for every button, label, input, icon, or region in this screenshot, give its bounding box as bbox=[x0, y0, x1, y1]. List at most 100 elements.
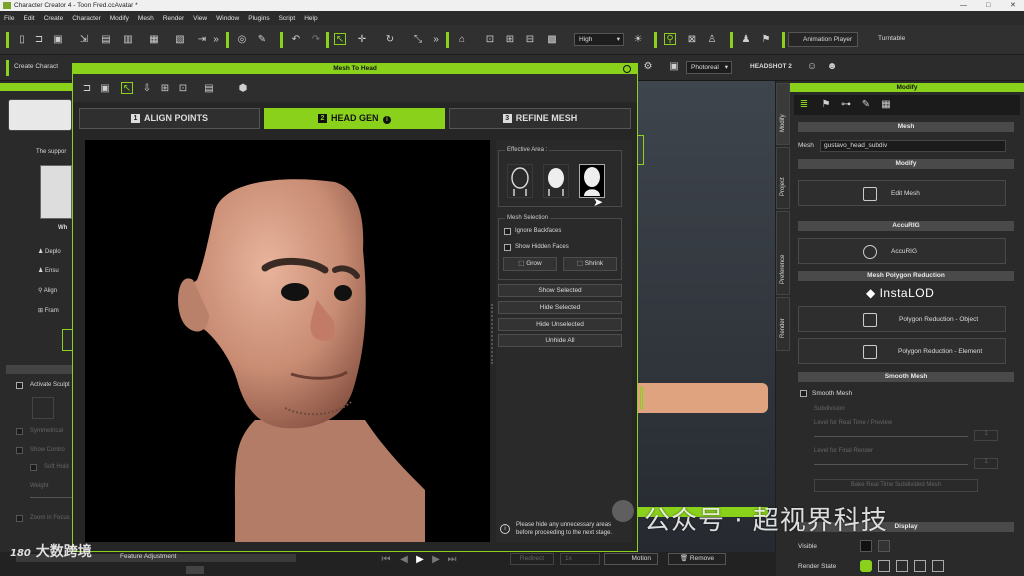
grid-view-icon[interactable]: ⊟ bbox=[524, 34, 536, 46]
level-final-value[interactable]: 1 bbox=[974, 458, 998, 469]
render-solid-icon[interactable] bbox=[878, 560, 890, 572]
menu-create[interactable]: Create bbox=[44, 15, 64, 22]
layers-icon[interactable]: ▤ bbox=[203, 83, 215, 95]
poly-reduction-object-button[interactable]: Polygon Reduction - Object bbox=[798, 306, 1006, 332]
poly-reduction-element-button[interactable]: Polygon Reduction - Element bbox=[798, 338, 1006, 364]
light-icon[interactable]: ☀ bbox=[632, 34, 644, 46]
render-wire-icon[interactable] bbox=[896, 560, 908, 572]
more-icon[interactable]: » bbox=[210, 34, 222, 46]
show-control-checkbox[interactable] bbox=[16, 447, 23, 454]
bone-icon[interactable]: ⚲ bbox=[664, 33, 676, 45]
menu-mesh[interactable]: Mesh bbox=[138, 15, 154, 22]
settings-icon[interactable]: ⚙ bbox=[642, 61, 654, 73]
align-item[interactable]: ⚲ Align bbox=[38, 287, 57, 294]
menu-modify[interactable]: Modify bbox=[110, 15, 129, 22]
dialog-close-icon[interactable] bbox=[623, 65, 631, 73]
ignore-backfaces-checkbox[interactable] bbox=[504, 228, 511, 235]
level-realtime-value[interactable]: 1 bbox=[974, 430, 998, 441]
sculpt-brush-icon[interactable] bbox=[32, 397, 54, 419]
menu-render[interactable]: Render bbox=[163, 15, 184, 22]
undo-icon[interactable]: ↶ bbox=[290, 34, 302, 46]
render-mode-select[interactable]: Photoreal bbox=[686, 61, 732, 74]
frame-item[interactable]: ⊞ Fram bbox=[38, 307, 59, 314]
minimize-button[interactable]: — bbox=[960, 0, 967, 11]
visible-toggle-alt-icon[interactable] bbox=[878, 540, 890, 552]
save-icon[interactable]: ▣ bbox=[52, 34, 64, 46]
pick-icon[interactable]: ✎ bbox=[256, 34, 268, 46]
move-icon[interactable]: ✛ bbox=[356, 34, 368, 46]
close-button[interactable]: ✕ bbox=[1010, 0, 1016, 11]
head-preview-viewport[interactable] bbox=[85, 140, 490, 542]
tab-preference[interactable]: Preference bbox=[776, 211, 790, 295]
figure-icon[interactable]: ♟ bbox=[740, 34, 752, 46]
info-icon[interactable]: i bbox=[383, 116, 392, 124]
create-character-tab[interactable]: Create Charact bbox=[14, 63, 58, 70]
smooth-mesh-checkbox[interactable] bbox=[800, 390, 807, 397]
menu-script[interactable]: Script bbox=[279, 15, 296, 22]
tab-project[interactable]: Project bbox=[776, 147, 790, 209]
frame-icon[interactable]: ⊞ bbox=[504, 34, 516, 46]
render-hidden-icon[interactable] bbox=[932, 560, 944, 572]
area-head-option[interactable] bbox=[579, 164, 605, 198]
animation-player-button[interactable]: Animation Player bbox=[788, 32, 858, 47]
menu-window[interactable]: Window bbox=[216, 15, 239, 22]
visible-toggle-icon[interactable] bbox=[860, 540, 872, 552]
edit-icon[interactable]: ✎ bbox=[860, 99, 872, 111]
tab-modify[interactable]: Modify bbox=[776, 83, 790, 145]
play-icon[interactable]: ▶ bbox=[414, 554, 426, 566]
level-final-slider[interactable] bbox=[814, 464, 968, 465]
panel-icon[interactable]: ▣ bbox=[668, 61, 680, 73]
area-full-head-option[interactable] bbox=[507, 164, 533, 198]
main-viewport[interactable] bbox=[638, 81, 775, 553]
menu-help[interactable]: Help bbox=[304, 15, 317, 22]
pose-icon[interactable]: ⚑ bbox=[820, 99, 832, 111]
home-view-icon[interactable]: ⌂ bbox=[456, 34, 468, 46]
open-folder-icon[interactable]: ⊐ bbox=[33, 34, 45, 46]
activate-sculpt-checkbox[interactable] bbox=[16, 382, 23, 389]
hide-selected-button[interactable]: Hide Selected bbox=[498, 301, 622, 314]
symmetrical-checkbox[interactable] bbox=[16, 428, 23, 435]
menu-view[interactable]: View bbox=[193, 15, 207, 22]
import-icon[interactable]: ⇲ bbox=[78, 34, 90, 46]
grid-select-icon[interactable]: ⊡ bbox=[177, 83, 189, 95]
step-refine-mesh[interactable]: 3 REFINE MESH bbox=[449, 108, 631, 129]
step-head-gen[interactable]: 2 HEAD GEN i bbox=[264, 108, 445, 129]
face-icon[interactable]: ☻ bbox=[826, 61, 838, 73]
headshot-button[interactable]: HEADSHOT 2 bbox=[750, 63, 792, 70]
menu-edit[interactable]: Edit bbox=[23, 15, 34, 22]
mask-icon[interactable]: ☺ bbox=[806, 61, 818, 73]
bake-subdivided-button[interactable]: Bake Real Time Subdivided Mesh bbox=[814, 479, 978, 492]
step-forward-icon[interactable]: ▶ bbox=[430, 554, 442, 566]
grow-button[interactable]: ⬚ Grow bbox=[503, 257, 557, 271]
speed-select[interactable]: 1x bbox=[560, 553, 600, 565]
select-arrow-icon[interactable]: ↖ bbox=[334, 33, 346, 45]
ensure-item[interactable]: ♟ Ensu bbox=[38, 267, 59, 274]
menu-plugins[interactable]: Plugins bbox=[248, 15, 269, 22]
more-icon[interactable]: » bbox=[430, 34, 442, 46]
menu-file[interactable]: File bbox=[4, 15, 14, 22]
export-obj-icon[interactable]: ▥ bbox=[122, 34, 134, 46]
obj-icon[interactable]: ▤ bbox=[100, 34, 112, 46]
sliders-icon[interactable]: ≣ bbox=[798, 99, 810, 111]
new-file-icon[interactable]: ▯ bbox=[16, 34, 28, 46]
head-tool-button[interactable] bbox=[8, 99, 72, 131]
send-icon[interactable]: ⇥ bbox=[196, 34, 208, 46]
mesh-name-field[interactable]: gustavo_head_subdiv bbox=[820, 140, 1006, 152]
splitter-handle[interactable] bbox=[491, 304, 493, 364]
redirect-button[interactable]: Redirect bbox=[510, 553, 554, 565]
step-back-icon[interactable]: ◀ bbox=[398, 554, 410, 566]
show-hidden-faces-checkbox[interactable] bbox=[504, 244, 511, 251]
save-icon[interactable]: ▣ bbox=[99, 83, 111, 95]
level-realtime-slider[interactable] bbox=[814, 436, 968, 437]
grid-icon[interactable]: ⊞ bbox=[159, 83, 171, 95]
turntable-button[interactable]: Turntable bbox=[864, 32, 924, 47]
unhide-all-button[interactable]: Unhide All bbox=[498, 334, 622, 347]
skip-forward-icon[interactable]: ⏭ bbox=[446, 554, 458, 566]
display-icon[interactable]: ▩ bbox=[546, 34, 558, 46]
skip-back-icon[interactable]: ⏮ bbox=[380, 554, 392, 566]
feature-slider-thumb[interactable] bbox=[186, 566, 204, 574]
redo-icon[interactable]: ↷ bbox=[310, 34, 322, 46]
motion-button[interactable]: Motion bbox=[604, 553, 658, 565]
hide-unselected-button[interactable]: Hide Unselected bbox=[498, 318, 622, 331]
accurig-button[interactable]: AccuRIG bbox=[798, 238, 1006, 264]
